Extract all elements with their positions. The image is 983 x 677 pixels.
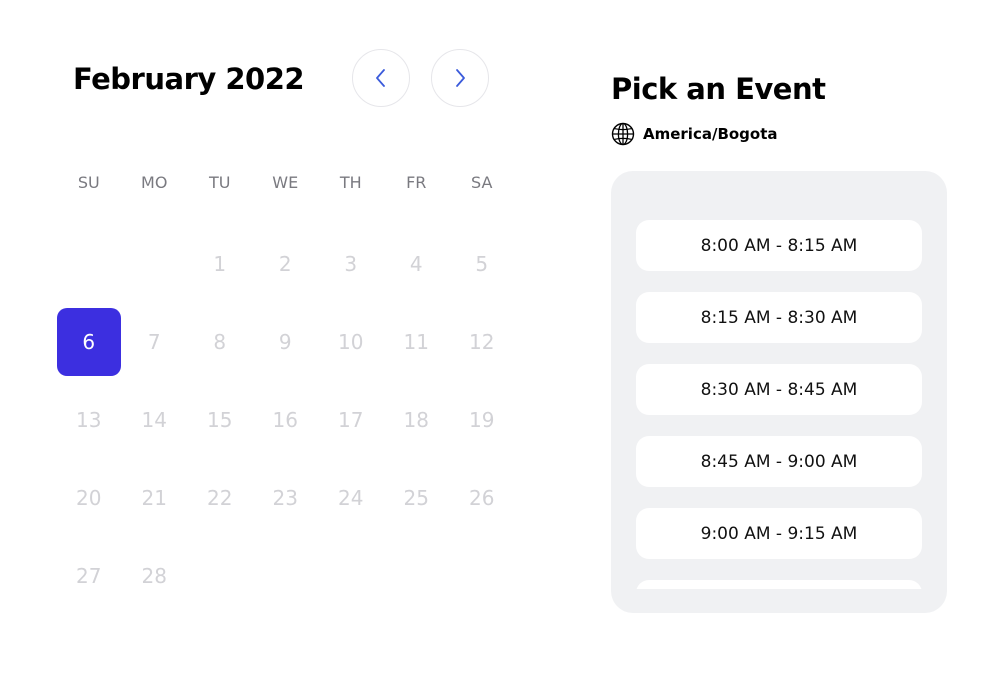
day-cell: 25 <box>384 459 450 537</box>
day-cell: 14 <box>122 381 188 459</box>
day-number: 6 <box>56 308 121 376</box>
calendar-days-grid: 1 2 3 4 5 6 7 8 9 10 11 12 13 14 15 16 17 18 19 20 21 22 23 24 2… <box>56 225 515 615</box>
timezone-label: America/Bogota <box>643 125 778 143</box>
timezone-selector[interactable]: America/Bogota <box>611 122 778 146</box>
weekday-label: SA <box>471 173 493 192</box>
day-cell: 5 <box>449 225 515 303</box>
time-slot-button[interactable]: 8:45 AM - 9:00 AM <box>636 436 922 487</box>
time-slot-button[interactable]: 8:30 AM - 8:45 AM <box>636 364 922 415</box>
day-cell: 17 <box>318 381 384 459</box>
day-number: 25 <box>403 486 429 510</box>
day-number: 4 <box>409 252 423 276</box>
day-cell: 7 <box>122 303 188 381</box>
time-slot-button[interactable]: 9:00 AM - 9:15 AM <box>636 508 922 559</box>
day-number: 16 <box>272 408 298 432</box>
day-cell: 2 <box>253 225 319 303</box>
day-number: 5 <box>475 252 489 276</box>
selected-day-cell[interactable]: 6 <box>56 303 122 381</box>
time-slot-button[interactable]: 8:00 AM - 8:15 AM <box>636 220 922 271</box>
day-number: 12 <box>469 330 495 354</box>
chevron-right-icon <box>456 69 465 87</box>
day-number: 13 <box>76 408 102 432</box>
day-cell: 3 <box>318 225 384 303</box>
day-cell: 15 <box>187 381 253 459</box>
day-number: 11 <box>403 330 429 354</box>
chevron-left-icon <box>376 69 385 87</box>
event-picker-title: Pick an Event <box>611 72 826 106</box>
day-number: 7 <box>147 330 161 354</box>
empty-day-cell <box>56 225 122 303</box>
next-month-button[interactable] <box>431 49 489 107</box>
day-number: 14 <box>141 408 167 432</box>
day-number: 21 <box>141 486 167 510</box>
time-slot-button[interactable] <box>636 580 922 589</box>
day-cell: 13 <box>56 381 122 459</box>
day-cell: 21 <box>122 459 188 537</box>
weekday-label: MO <box>141 173 168 192</box>
scheduler-page: February 2022 SU MO TU WE TH FR SA 12345… <box>0 0 983 677</box>
day-number <box>57 230 121 298</box>
time-slot-button[interactable]: 8:15 AM - 8:30 AM <box>636 292 922 343</box>
day-cell: 19 <box>449 381 515 459</box>
empty-day-cell <box>122 225 188 303</box>
day-cell: 4 <box>384 225 450 303</box>
day-cell: 16 <box>253 381 319 459</box>
weekday-label: WE <box>272 173 299 192</box>
day-cell: 24 <box>318 459 384 537</box>
weekday-header: SU MO TU WE TH FR SA <box>56 172 516 194</box>
day-number: 8 <box>213 330 227 354</box>
day-cell: 11 <box>384 303 450 381</box>
weekday-label: TH <box>339 173 362 192</box>
day-number: 18 <box>403 408 429 432</box>
day-cell: 23 <box>253 459 319 537</box>
day-number: 22 <box>207 486 233 510</box>
time-slots-list[interactable]: 8:00 AM - 8:15 AM 8:15 AM - 8:30 AM 8:30… <box>636 220 922 589</box>
day-number: 17 <box>338 408 364 432</box>
day-number <box>122 230 186 298</box>
day-cell: 26 <box>449 459 515 537</box>
day-number: 9 <box>278 330 292 354</box>
day-number: 26 <box>469 486 495 510</box>
month-title: February 2022 <box>73 62 305 96</box>
day-number: 23 <box>272 486 298 510</box>
day-number: 3 <box>344 252 358 276</box>
globe-icon <box>611 122 635 146</box>
day-number: 27 <box>76 564 102 588</box>
day-number: 10 <box>338 330 364 354</box>
day-cell: 1 <box>187 225 253 303</box>
day-cell: 8 <box>187 303 253 381</box>
weekday-label: FR <box>406 173 427 192</box>
weekday-label: SU <box>77 173 100 192</box>
previous-month-button[interactable] <box>352 49 410 107</box>
day-number: 20 <box>76 486 102 510</box>
day-number: 19 <box>469 408 495 432</box>
day-cell: 18 <box>384 381 450 459</box>
day-number: 24 <box>338 486 364 510</box>
day-cell: 28 <box>122 537 188 615</box>
day-cell: 10 <box>318 303 384 381</box>
time-slots-panel: 8:00 AM - 8:15 AM 8:15 AM - 8:30 AM 8:30… <box>611 171 947 613</box>
day-cell: 27 <box>56 537 122 615</box>
day-number: 2 <box>278 252 292 276</box>
weekday-label: TU <box>209 173 231 192</box>
day-number: 28 <box>141 564 167 588</box>
day-cell: 9 <box>253 303 319 381</box>
day-cell: 12 <box>449 303 515 381</box>
day-cell: 20 <box>56 459 122 537</box>
day-cell: 22 <box>187 459 253 537</box>
day-number: 1 <box>213 252 227 276</box>
day-number: 15 <box>207 408 233 432</box>
